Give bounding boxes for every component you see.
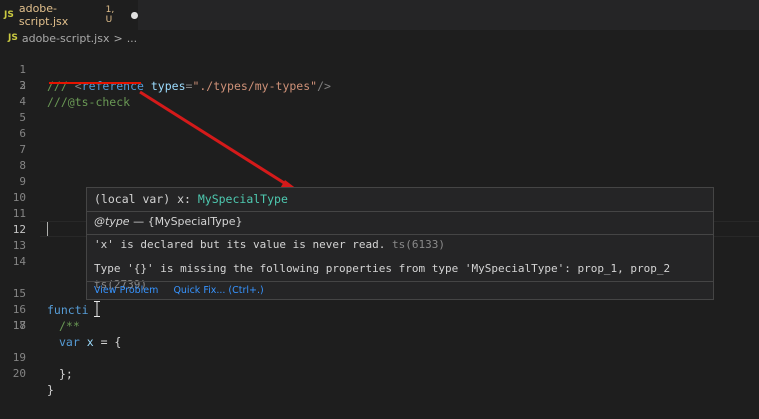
diagnostic-code: ts(6133) bbox=[385, 238, 446, 251]
tab-adobe-script[interactable]: JS adobe-script.jsx 1, U bbox=[0, 0, 138, 30]
code-line: 7 bbox=[0, 142, 759, 158]
line-number: 3 bbox=[19, 79, 26, 92]
line-number: 7 bbox=[19, 143, 26, 156]
js-file-icon: JS bbox=[8, 33, 18, 43]
hover-tooltip: (local var) x: MySpecialType @type — {My… bbox=[86, 187, 714, 300]
line-number: 4 bbox=[19, 95, 26, 108]
tab-status: 1, U bbox=[105, 5, 115, 25]
line-number: 13 bbox=[12, 239, 26, 252]
line-number: 5 bbox=[19, 111, 26, 124]
line-number: 11 bbox=[12, 207, 26, 220]
code-line: 1 /// <reference types="./types/my-types… bbox=[0, 46, 759, 93]
code-token: } bbox=[47, 383, 54, 397]
divider bbox=[87, 234, 713, 235]
jsdoc-tag: @type bbox=[94, 215, 130, 228]
code-line: 2 ///@ts-check bbox=[0, 62, 759, 109]
chevron-right-icon: > bbox=[113, 31, 123, 45]
code-line: 20 } bbox=[0, 350, 759, 397]
code-line: 19 }; bbox=[0, 334, 759, 381]
line-number: 10 bbox=[12, 191, 26, 204]
breadcrumb: JS adobe-script.jsx > ... bbox=[0, 30, 759, 46]
quick-fix-link[interactable]: Quick Fix... (Ctrl+.) bbox=[173, 285, 263, 296]
hover-signature: (local var) x: MySpecialType bbox=[87, 190, 713, 208]
divider bbox=[87, 281, 713, 282]
divider bbox=[87, 211, 713, 212]
code-line: 17 var x = { bbox=[0, 302, 759, 349]
hover-jsdoc: @type — {MySpecialType} bbox=[87, 214, 713, 230]
tab-label: adobe-script.jsx bbox=[18, 2, 69, 28]
ibeam-cursor-icon bbox=[94, 301, 100, 317]
diagnostic-text: 'x' is declared but its value is never r… bbox=[94, 238, 386, 251]
breadcrumb-file[interactable]: adobe-script.jsx bbox=[22, 32, 110, 45]
line-number: 6 bbox=[19, 127, 26, 140]
line-number: 8 bbox=[19, 159, 26, 172]
tab-bar: JS adobe-script.jsx 1, U bbox=[0, 0, 759, 30]
code-line: 5 bbox=[0, 110, 759, 126]
view-problem-link[interactable]: View Problem bbox=[94, 285, 158, 296]
text-caret bbox=[47, 222, 48, 236]
breadcrumb-symbol[interactable]: ... bbox=[127, 32, 138, 45]
hover-actions: View Problem Quick Fix... (Ctrl+.) bbox=[87, 285, 713, 297]
annotation-underline bbox=[49, 82, 141, 84]
jsdoc-text: — {MySpecialType} bbox=[129, 215, 243, 228]
line-number: 20 bbox=[12, 367, 26, 380]
hover-type-name: MySpecialType bbox=[197, 192, 288, 206]
code-line: 8 bbox=[0, 158, 759, 174]
code-token: }; bbox=[59, 367, 73, 381]
diagnostic-text: Type '{}' is missing the following prope… bbox=[94, 262, 671, 275]
code-line: 4 bbox=[0, 94, 759, 110]
diagnostic-message: 'x' is declared but its value is never r… bbox=[87, 237, 713, 253]
line-number: 12 bbox=[12, 223, 26, 236]
hover-signature-prefix: (local var) x: bbox=[94, 192, 198, 206]
line-number: 18 bbox=[12, 319, 26, 332]
line-number: 9 bbox=[19, 175, 26, 188]
code-line: 18 bbox=[0, 318, 759, 334]
code-line: 6 bbox=[0, 126, 759, 142]
code-line: 3 bbox=[0, 78, 759, 94]
js-file-icon: JS bbox=[4, 10, 14, 20]
unsaved-dot-icon[interactable] bbox=[131, 11, 138, 19]
line-number: 14 bbox=[12, 255, 26, 268]
